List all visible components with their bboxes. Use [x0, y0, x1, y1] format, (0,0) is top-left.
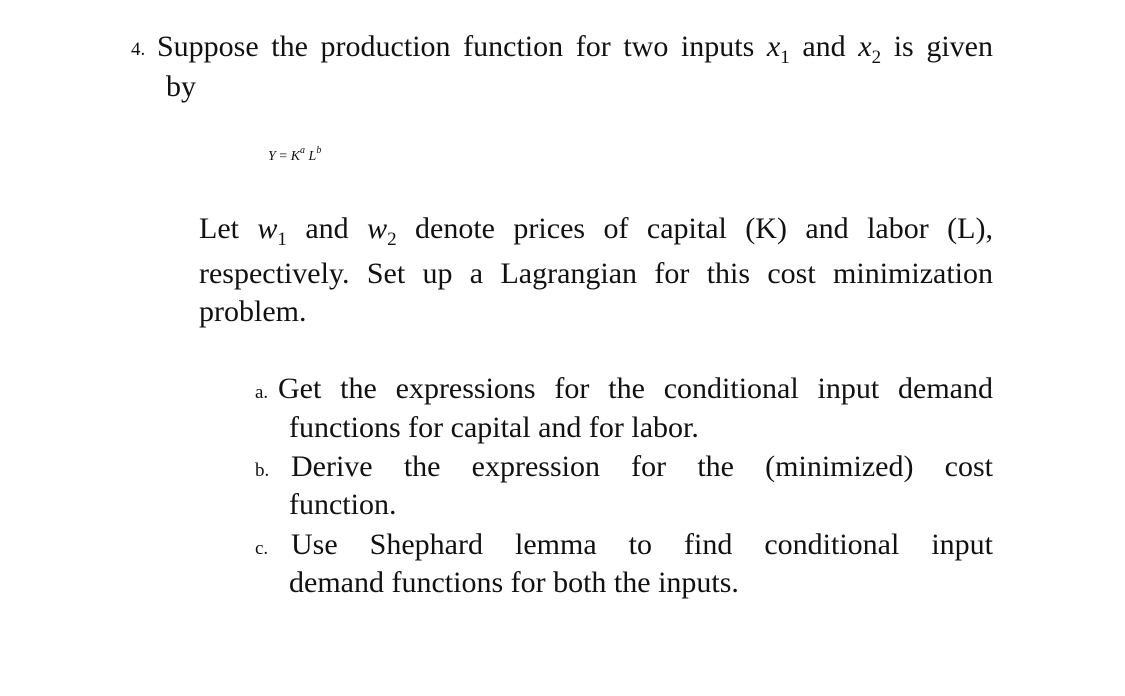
formula-capital: K: [290, 149, 301, 164]
variable-x2: x: [858, 30, 872, 63]
formula-equals: =: [275, 149, 291, 164]
intro-line-1: Suppose the production function for two …: [157, 30, 993, 68]
subscript: 1: [780, 47, 790, 68]
variable-w2: w: [367, 212, 388, 245]
paragraph-line-3: problem.: [199, 295, 307, 328]
intro-text: Suppose the production function for two …: [157, 30, 767, 63]
sub-question-label: c.: [255, 538, 269, 559]
sub-question-line: function.: [289, 488, 397, 521]
sub-question-label: b.: [255, 460, 270, 481]
sub-question-label: a.: [255, 382, 269, 403]
sub-question-line: Use Shephard lemma to find conditional i…: [291, 528, 993, 561]
sub-question-line: demand functions for both the inputs.: [289, 566, 739, 599]
intro-text: and: [789, 30, 859, 63]
formula-exponent-a: a: [300, 145, 306, 156]
sub-question-line: Get the expressions for the conditional …: [278, 372, 993, 405]
paragraph-line-2: respectively. Set up a Lagrangian for th…: [199, 257, 993, 290]
subscript: 2: [387, 229, 397, 250]
subscript: 2: [871, 47, 882, 68]
intro-text: is given: [881, 30, 993, 63]
paragraph-text: Let: [199, 212, 258, 245]
paragraph-text: denote prices of capital (K) and labor (…: [396, 212, 993, 245]
paragraph-line-1: Let w1 and w2 denote prices of capital (…: [199, 212, 993, 250]
question-number: 4.: [131, 39, 146, 60]
sub-question-line: functions for capital and for labor.: [289, 411, 699, 444]
formula-exponent-b: b: [316, 145, 322, 156]
sub-question-line: Derive the expression for the (minimized…: [291, 450, 993, 483]
formula-lhs: Y: [268, 149, 276, 164]
subscript: 1: [277, 229, 287, 250]
intro-line-2: by: [166, 70, 196, 103]
variable-x1: x: [766, 30, 781, 63]
paragraph-text: and: [286, 212, 368, 245]
production-function-formula: Y = Ka Lb: [268, 146, 321, 164]
variable-w1: w: [257, 212, 278, 245]
